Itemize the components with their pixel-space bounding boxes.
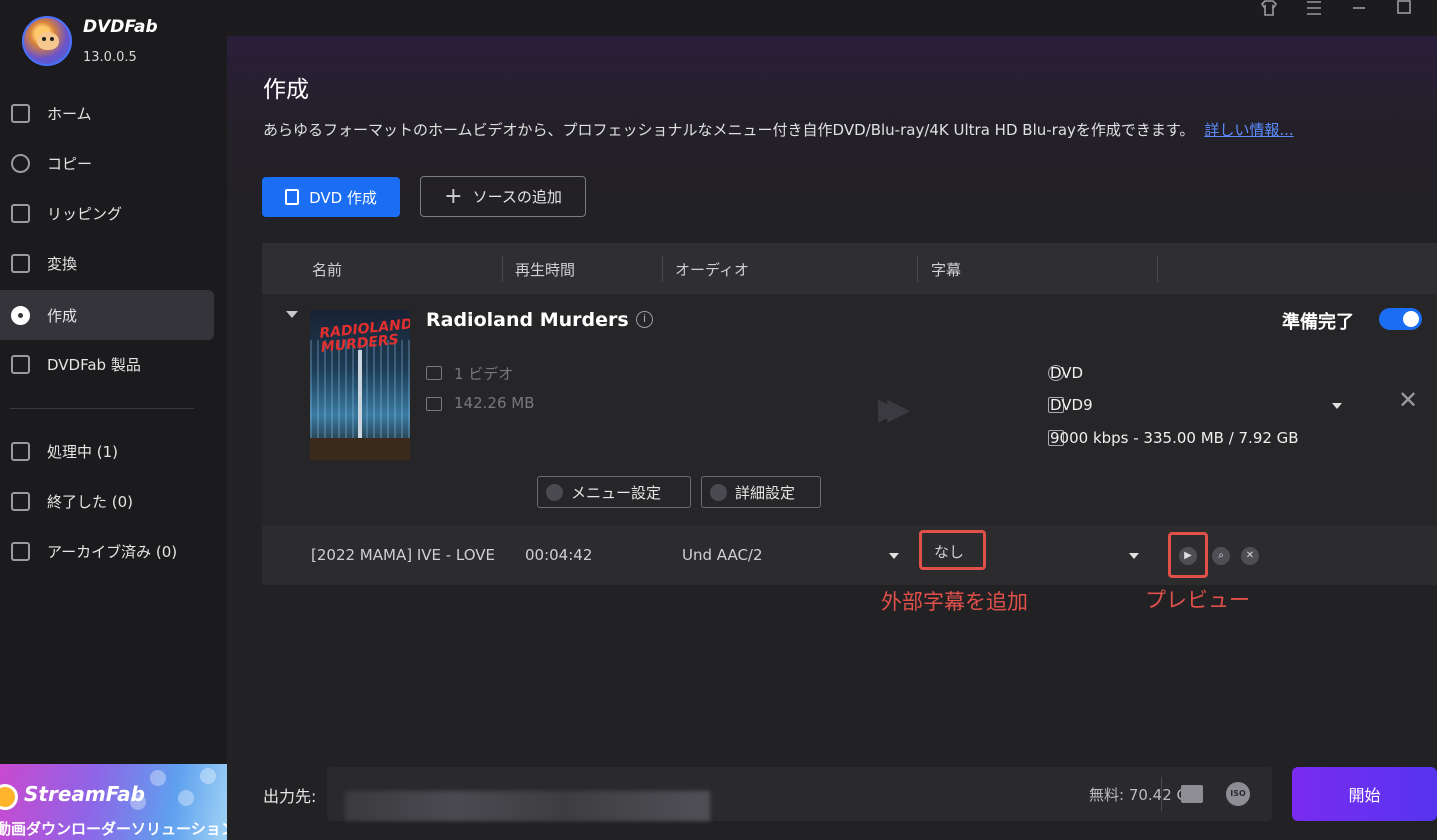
output-path-field[interactable]: 無料: 70.42 GB ISO	[327, 767, 1272, 821]
start-button[interactable]: 開始	[1292, 767, 1437, 821]
app-brand: DVDFab	[83, 17, 158, 37]
convert-arrow-icon: ▶▶	[878, 392, 910, 427]
page-description: あらゆるフォーマットのホームビデオから、プロフェッショナルなメニュー付き自作DV…	[263, 119, 1294, 140]
sidebar-item-label: コピー	[47, 154, 93, 173]
processing-icon	[11, 442, 30, 461]
table-header: 名前 再生時間 オーディオ 字幕	[262, 243, 1437, 294]
menu-icon[interactable]	[1305, 0, 1323, 18]
column-header-audio[interactable]: オーディオ	[675, 259, 749, 280]
sidebar-item-processing[interactable]: 処理中 (1)	[0, 426, 214, 476]
audio-select[interactable]: Und AAC/2	[682, 546, 763, 564]
export-icon	[285, 189, 300, 205]
play-icon[interactable]: ▶	[1179, 547, 1197, 565]
home-icon	[11, 104, 30, 123]
main-panel: 作成 あらゆるフォーマットのホームビデオから、プロフェッショナルなメニュー付き自…	[227, 0, 1437, 840]
chevron-down-icon[interactable]	[1129, 553, 1139, 559]
info-icon[interactable]: i	[636, 311, 653, 328]
sidebar-item-ripper[interactable]: リッピング	[0, 188, 214, 238]
advanced-settings-label: 詳細設定	[735, 483, 796, 502]
promo-subtitle: 動画ダウンローダーソリューション	[0, 820, 227, 838]
shirt-icon[interactable]	[1260, 0, 1278, 18]
sidebar-item-label: DVDFab 製品	[47, 355, 141, 374]
search-icon[interactable]: ⌕	[1212, 547, 1230, 565]
description-text: あらゆるフォーマットのホームビデオから、プロフェッショナルなメニュー付き自作DV…	[263, 121, 1195, 139]
sidebar-divider	[10, 408, 194, 409]
video-count: 1 ビデオ	[454, 365, 514, 383]
output-path-redacted	[345, 791, 710, 821]
add-source-label: ソースの追加	[472, 188, 562, 206]
sidebar-item-label: 作成	[47, 306, 78, 325]
title-row[interactable]: [2022 MAMA] IVE - LOVE 00:04:42 Und AAC/…	[262, 526, 1437, 585]
collapse-caret-icon[interactable]	[286, 311, 298, 318]
sidebar-item-archived[interactable]: アーカイブ済み (0)	[0, 526, 214, 576]
source-item-card: RADIOLAND MURDERS Radioland Murders i 1 …	[262, 294, 1437, 526]
column-header-name[interactable]: 名前	[312, 259, 342, 280]
output-format: DVD	[1050, 364, 1084, 382]
menu-settings-icon	[546, 483, 563, 501]
movie-title: Radioland Murders	[426, 309, 629, 331]
sidebar-item-label: ホーム	[47, 104, 92, 123]
sidebar-item-products[interactable]: DVDFab 製品	[0, 339, 214, 389]
video-icon	[426, 366, 442, 380]
chevron-down-icon[interactable]	[1332, 403, 1342, 409]
copy-icon	[11, 154, 30, 173]
movie-poster: RADIOLAND MURDERS	[310, 310, 410, 460]
disc-type-select[interactable]: DVD9	[1050, 396, 1093, 414]
maximize-icon[interactable]	[1395, 0, 1413, 18]
minimize-icon[interactable]	[1350, 0, 1368, 18]
finished-icon	[11, 492, 30, 511]
subtitle-annotation: 外部字幕を追加	[881, 590, 1028, 614]
more-info-link[interactable]: 詳しい情報...	[1204, 121, 1293, 139]
plus-icon: +	[444, 183, 463, 209]
sidebar-item-label: 変換	[47, 254, 78, 273]
streamfab-promo-banner[interactable]: StreamFab 動画ダウンローダーソリューション	[0, 764, 227, 840]
app-version: 13.0.0.5	[83, 50, 137, 65]
sidebar-item-label: アーカイブ済み (0)	[47, 542, 178, 561]
subtitle-select[interactable]: なし	[919, 530, 986, 570]
sidebar-item-convert[interactable]: 変換	[0, 238, 214, 288]
promo-title: StreamFab	[24, 782, 145, 806]
page-title: 作成	[263, 77, 309, 103]
title-duration: 00:04:42	[525, 546, 593, 564]
ready-status: 準備完了	[1282, 312, 1354, 333]
sidebar-item-finished[interactable]: 終了した (0)	[0, 476, 214, 526]
advanced-settings-icon	[710, 483, 727, 501]
streamfab-icon	[0, 784, 18, 810]
sidebar-item-copy[interactable]: コピー	[0, 138, 214, 188]
sidebar: DVDFab 13.0.0.5 ホーム コピー リッピング 変換 作成 DVDF…	[0, 0, 227, 840]
menu-settings-label: メニュー設定	[571, 483, 662, 502]
film-icon	[11, 254, 30, 273]
sidebar-item-home[interactable]: ホーム	[0, 88, 214, 138]
column-header-subtitle[interactable]: 字幕	[931, 259, 961, 280]
products-icon	[11, 355, 30, 374]
menu-settings-button[interactable]: メニュー設定	[537, 476, 691, 508]
chevron-down-icon[interactable]	[889, 553, 899, 559]
sidebar-item-create[interactable]: 作成	[0, 290, 214, 340]
file-size-icon	[426, 397, 442, 411]
close-icon[interactable]: ✕	[1398, 388, 1418, 412]
dvd-create-label: DVD 作成	[309, 188, 377, 207]
remove-icon[interactable]: ✕	[1241, 547, 1259, 565]
archive-icon	[11, 542, 30, 561]
sidebar-item-label: リッピング	[47, 204, 123, 223]
advanced-settings-button[interactable]: 詳細設定	[701, 476, 821, 508]
output-label: 出力先:	[263, 787, 317, 806]
disc-icon	[11, 306, 30, 325]
ready-toggle[interactable]	[1379, 308, 1422, 330]
title-name: [2022 MAMA] IVE - LOVE	[311, 546, 496, 564]
dvd-create-button[interactable]: DVD 作成	[262, 177, 400, 217]
ripper-icon	[11, 204, 30, 223]
add-source-button[interactable]: + ソースの追加	[420, 176, 586, 217]
sidebar-item-label: 終了した (0)	[47, 492, 134, 511]
dvdfab-logo	[22, 16, 72, 66]
subtitle-value: なし	[934, 543, 965, 561]
sidebar-item-label: 処理中 (1)	[47, 442, 119, 461]
column-header-duration[interactable]: 再生時間	[515, 259, 575, 280]
bitrate-info: 9000 kbps - 335.00 MB / 7.92 GB	[1050, 429, 1299, 447]
iso-icon[interactable]: ISO	[1226, 782, 1250, 806]
preview-annotation: プレビュー	[1145, 588, 1250, 612]
file-size: 142.26 MB	[454, 394, 535, 412]
folder-icon[interactable]	[1181, 785, 1203, 803]
